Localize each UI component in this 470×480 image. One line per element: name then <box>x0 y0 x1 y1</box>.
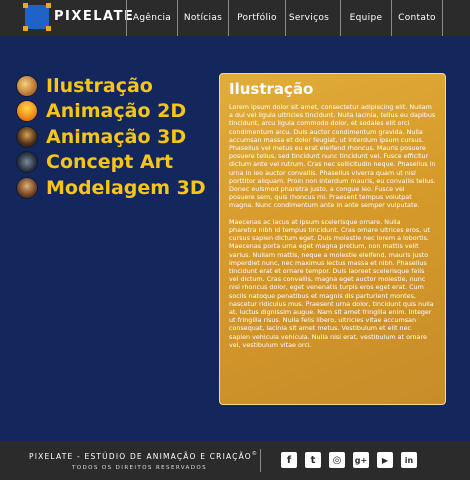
instagram-icon[interactable]: ◎ <box>329 452 345 468</box>
youtube-icon[interactable]: ▶ <box>377 452 393 468</box>
animation-2d-thumb <box>16 100 38 123</box>
panel-title: Ilustração <box>229 80 314 98</box>
illustration-thumb <box>16 74 38 97</box>
category-label[interactable]: Animação 3D <box>46 126 186 148</box>
nav-noticias[interactable]: Notícias <box>177 0 228 36</box>
footer-registered-mark: © <box>251 451 259 457</box>
content-panel: Ilustração Lorem ipsum dolor sit amet, c… <box>219 73 446 405</box>
nav-contato[interactable]: Contato <box>391 0 443 36</box>
main-nav: Agência Notícias Portfólio Serviços Equi… <box>126 0 443 36</box>
footer-divider <box>260 449 261 472</box>
social-links: f t ◎ g+ ▶ in <box>281 452 425 468</box>
category-label[interactable]: Concept Art <box>46 151 173 173</box>
panel-body-text: Lorem ipsum dolor sit amet, consectetur … <box>229 103 436 349</box>
concept-art-thumb <box>16 151 38 174</box>
category-list: Ilustração Animação 2D Animação 3D Conce… <box>16 73 206 201</box>
category-item[interactable]: Concept Art <box>16 150 206 176</box>
category-item[interactable]: Animação 2D <box>16 99 206 125</box>
nav-portfolio[interactable]: Portfólio <box>228 0 285 36</box>
footer-title: PIXELATE - ESTÚDIO DE ANIMAÇÃO E CRIAÇÃO… <box>29 451 259 461</box>
modeling-3d-thumb <box>16 176 38 199</box>
logo-text[interactable]: PIXELATE <box>54 9 134 24</box>
site-header: PIXELATE Agência Notícias Portfólio Serv… <box>0 0 470 36</box>
animation-3d-thumb <box>16 125 38 148</box>
google-plus-icon[interactable]: g+ <box>353 452 369 468</box>
category-item[interactable]: Animação 3D <box>16 124 206 150</box>
nav-equipe[interactable]: Equipe <box>340 0 391 36</box>
nav-servicos[interactable]: Serviços <box>285 0 332 36</box>
category-label[interactable]: Animação 2D <box>46 100 186 122</box>
category-item[interactable]: Modelagem 3D <box>16 175 206 201</box>
facebook-icon[interactable]: f <box>281 452 297 468</box>
category-label[interactable]: Modelagem 3D <box>46 177 206 199</box>
linkedin-icon[interactable]: in <box>401 452 417 468</box>
nav-agencia[interactable]: Agência <box>126 0 177 36</box>
category-label[interactable]: Ilustração <box>46 75 153 97</box>
logo-icon[interactable] <box>23 3 51 31</box>
footer-subtitle: TODOS OS DIREITOS RESERVADOS <box>72 465 207 471</box>
category-item[interactable]: Ilustração <box>16 73 206 99</box>
twitter-icon[interactable]: t <box>305 452 321 468</box>
